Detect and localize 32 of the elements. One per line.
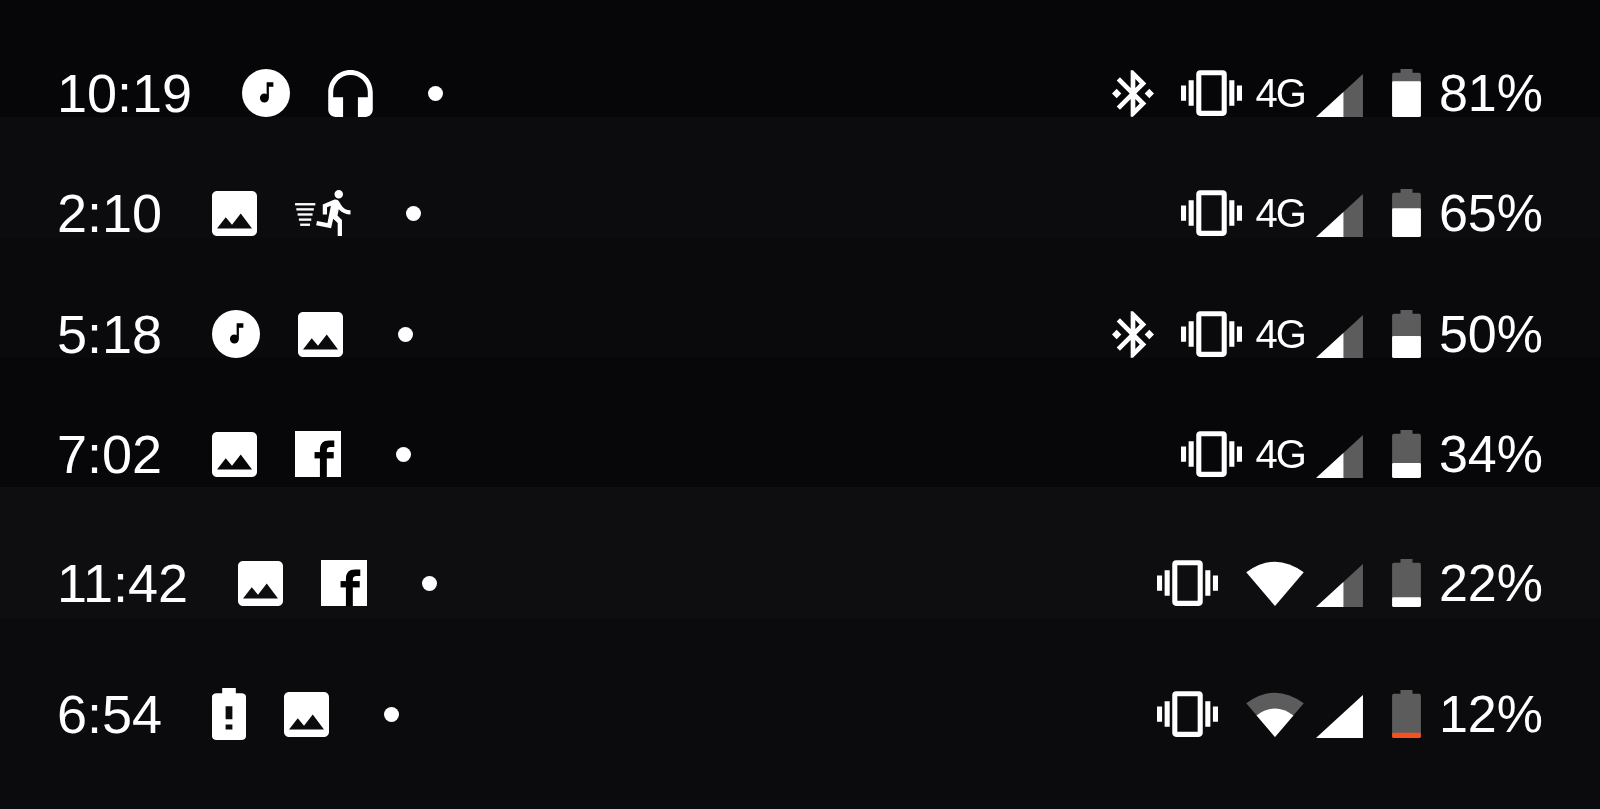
running-person-icon	[295, 189, 352, 237]
clock-time: 10:19	[57, 69, 193, 117]
image-icon	[298, 311, 344, 357]
battery-icon	[1391, 430, 1421, 478]
battery-icon	[1391, 189, 1421, 237]
image-icon	[238, 560, 284, 606]
battery-percent: 22%	[1438, 559, 1543, 607]
clock-time: 7:02	[57, 430, 163, 478]
clock-time: 2:10	[57, 189, 163, 237]
network-type-label: 4G	[1255, 191, 1305, 235]
battery-icon	[1391, 559, 1421, 607]
letter-f-icon	[321, 560, 368, 606]
image-icon	[284, 691, 330, 737]
battery-percent: 50%	[1438, 310, 1543, 358]
clock-time: 11:42	[57, 559, 189, 607]
battery-percent: 34%	[1438, 430, 1543, 478]
letter-f-icon	[295, 431, 342, 477]
clock-time: 5:18	[57, 310, 163, 358]
battery-icon	[1391, 310, 1421, 358]
clock-time: 6:54	[57, 690, 163, 738]
battery-percent: 12%	[1438, 690, 1543, 738]
headphones-icon	[328, 69, 374, 117]
image-icon	[212, 190, 258, 236]
battery-alert-icon	[212, 688, 247, 740]
battery-percent: 81%	[1438, 69, 1543, 117]
battery-percent: 65%	[1438, 189, 1543, 237]
image-icon	[212, 431, 258, 477]
network-type-label: 4G	[1255, 312, 1305, 356]
network-type-label: 4G	[1255, 71, 1305, 115]
battery-icon	[1391, 69, 1421, 117]
battery-icon	[1391, 690, 1421, 738]
network-type-label: 4G	[1255, 432, 1305, 476]
